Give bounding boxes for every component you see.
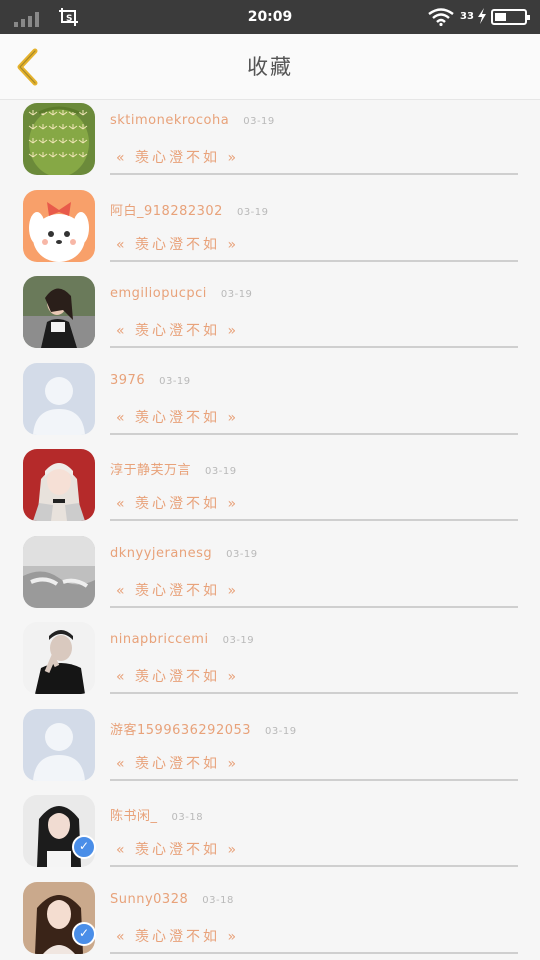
avatar[interactable] xyxy=(23,103,95,175)
avatar[interactable] xyxy=(23,622,95,694)
avatar-image xyxy=(23,449,95,521)
status-bar: S 20:09 33 xyxy=(0,0,540,34)
avatar-image xyxy=(23,276,95,348)
username-text: Sunny0328 xyxy=(110,891,189,907)
username[interactable]: ninapbriccemi 03-19 xyxy=(110,632,254,647)
favorite-quote[interactable]: « 羡心澄不如 » xyxy=(116,666,239,686)
divider xyxy=(110,605,518,608)
username[interactable]: emgiliopucpci 03-19 xyxy=(110,286,252,301)
list-item[interactable]: ninapbriccemi 03-19 « 羡心澄不如 » xyxy=(0,619,540,706)
post-date: 03-19 xyxy=(265,725,297,737)
avatar-image xyxy=(23,535,95,608)
username-text: 阿白_918282302 xyxy=(110,203,223,219)
list-item[interactable]: 阿白_918282302 03-19 « 羡心澄不如 » xyxy=(0,187,540,274)
avatar[interactable] xyxy=(23,362,95,435)
username-text: ninapbriccemi xyxy=(110,632,209,647)
battery-icon xyxy=(491,9,530,25)
avatar-image xyxy=(23,622,95,694)
list-item[interactable]: dknyyjeranesg 03-19 « 羡心澄不如 » xyxy=(0,533,540,620)
avatar[interactable] xyxy=(23,449,95,521)
status-time: 20:09 xyxy=(247,9,293,25)
divider xyxy=(110,692,518,694)
divider xyxy=(110,346,518,348)
verified-badge-icon: ✓ xyxy=(72,835,96,859)
divider xyxy=(110,778,518,781)
list-item[interactable]: ✓ Sunny0328 03-18 « 羡心澄不如 » xyxy=(0,879,540,960)
divider xyxy=(110,519,518,521)
nav-bar: 收藏 xyxy=(0,34,540,100)
username[interactable]: 3976 03-19 xyxy=(110,373,191,388)
post-date: 03-19 xyxy=(220,289,253,300)
favorites-list[interactable]: sktimonekrocoha 03-19 « 羡心澄不如 » 阿白_91828230… xyxy=(0,100,540,960)
page-title: 收藏 xyxy=(247,55,293,79)
avatar[interactable] xyxy=(23,189,95,262)
username-text: dknyyjeranesg xyxy=(110,545,213,561)
username[interactable]: 陈书闲_ 03-18 xyxy=(110,805,203,824)
avatar-image xyxy=(23,362,95,435)
list-item[interactable]: emgiliopucpci 03-19 « 羡心澄不如 » xyxy=(0,273,540,360)
divider xyxy=(110,259,518,262)
favorite-quote[interactable]: « 羡心澄不如 » xyxy=(116,753,239,773)
username-text: emgiliopucpci xyxy=(110,286,207,301)
avatar[interactable] xyxy=(23,276,95,348)
username[interactable]: dknyyjeranesg 03-19 xyxy=(110,546,258,561)
list-item[interactable]: 3976 03-19 « 羡心澄不如 » xyxy=(0,360,540,447)
favorite-quote[interactable]: « 羡心澄不如 » xyxy=(116,320,239,340)
username-text: 3976 xyxy=(110,372,146,388)
battery-tip xyxy=(527,15,530,20)
avatar-image xyxy=(23,103,95,175)
favorite-quote[interactable]: « 羡心澄不如 » xyxy=(116,926,239,946)
favorite-quote[interactable]: « 羡心澄不如 » xyxy=(116,580,239,600)
post-date: 03-19 xyxy=(159,375,191,387)
favorite-quote[interactable]: « 羡心澄不如 » xyxy=(116,407,239,427)
post-date: 03-18 xyxy=(202,894,234,906)
list-item[interactable]: 游客1599636292053 03-19 « 羡心澄不如 » xyxy=(0,706,540,793)
username[interactable]: 淳于静芙万言 03-19 xyxy=(110,459,237,478)
divider xyxy=(110,865,518,867)
charging-icon xyxy=(478,8,486,24)
username[interactable]: Sunny0328 03-18 xyxy=(110,892,234,907)
divider xyxy=(110,951,518,954)
favorite-quote[interactable]: « 羡心澄不如 » xyxy=(116,234,239,254)
favorite-quote[interactable]: « 羡心澄不如 » xyxy=(116,839,239,859)
wifi-icon xyxy=(428,8,454,26)
verified-badge-icon: ✓ xyxy=(72,921,96,946)
username-text: 游客1599636292053 xyxy=(110,722,252,738)
post-date: 03-19 xyxy=(222,635,255,646)
username[interactable]: 游客1599636292053 03-19 xyxy=(110,719,297,738)
avatar[interactable] xyxy=(23,535,95,608)
battery-percent: 33 xyxy=(460,11,474,22)
avatar-image xyxy=(23,708,95,781)
post-date: 03-19 xyxy=(236,206,269,218)
list-item[interactable]: sktimonekrocoha 03-19 « 羡心澄不如 » xyxy=(0,100,540,187)
divider xyxy=(110,173,518,175)
avatar[interactable] xyxy=(23,708,95,781)
favorite-quote[interactable]: « 羡心澄不如 » xyxy=(116,147,239,167)
username-text: 陈书闲_ xyxy=(110,809,158,824)
username-text: sktimonekrocoha xyxy=(110,113,230,128)
post-date: 03-18 xyxy=(171,812,204,823)
battery-level xyxy=(495,13,506,21)
favorite-quote[interactable]: « 羡心澄不如 » xyxy=(116,493,239,513)
post-date: 03-19 xyxy=(226,548,258,560)
username[interactable]: sktimonekrocoha 03-19 xyxy=(110,113,275,128)
post-date: 03-19 xyxy=(243,116,275,127)
avatar-image xyxy=(23,189,95,262)
divider xyxy=(110,432,518,435)
post-date: 03-19 xyxy=(205,466,237,477)
username[interactable]: 阿白_918282302 03-19 xyxy=(110,200,269,219)
list-item[interactable]: 淳于静芙万言 03-19 « 羡心澄不如 » xyxy=(0,446,540,533)
list-item[interactable]: ✓ 陈书闲_ 03-18 « 羡心澄不如 » xyxy=(0,792,540,879)
username-text: 淳于静芙万言 xyxy=(110,463,192,478)
